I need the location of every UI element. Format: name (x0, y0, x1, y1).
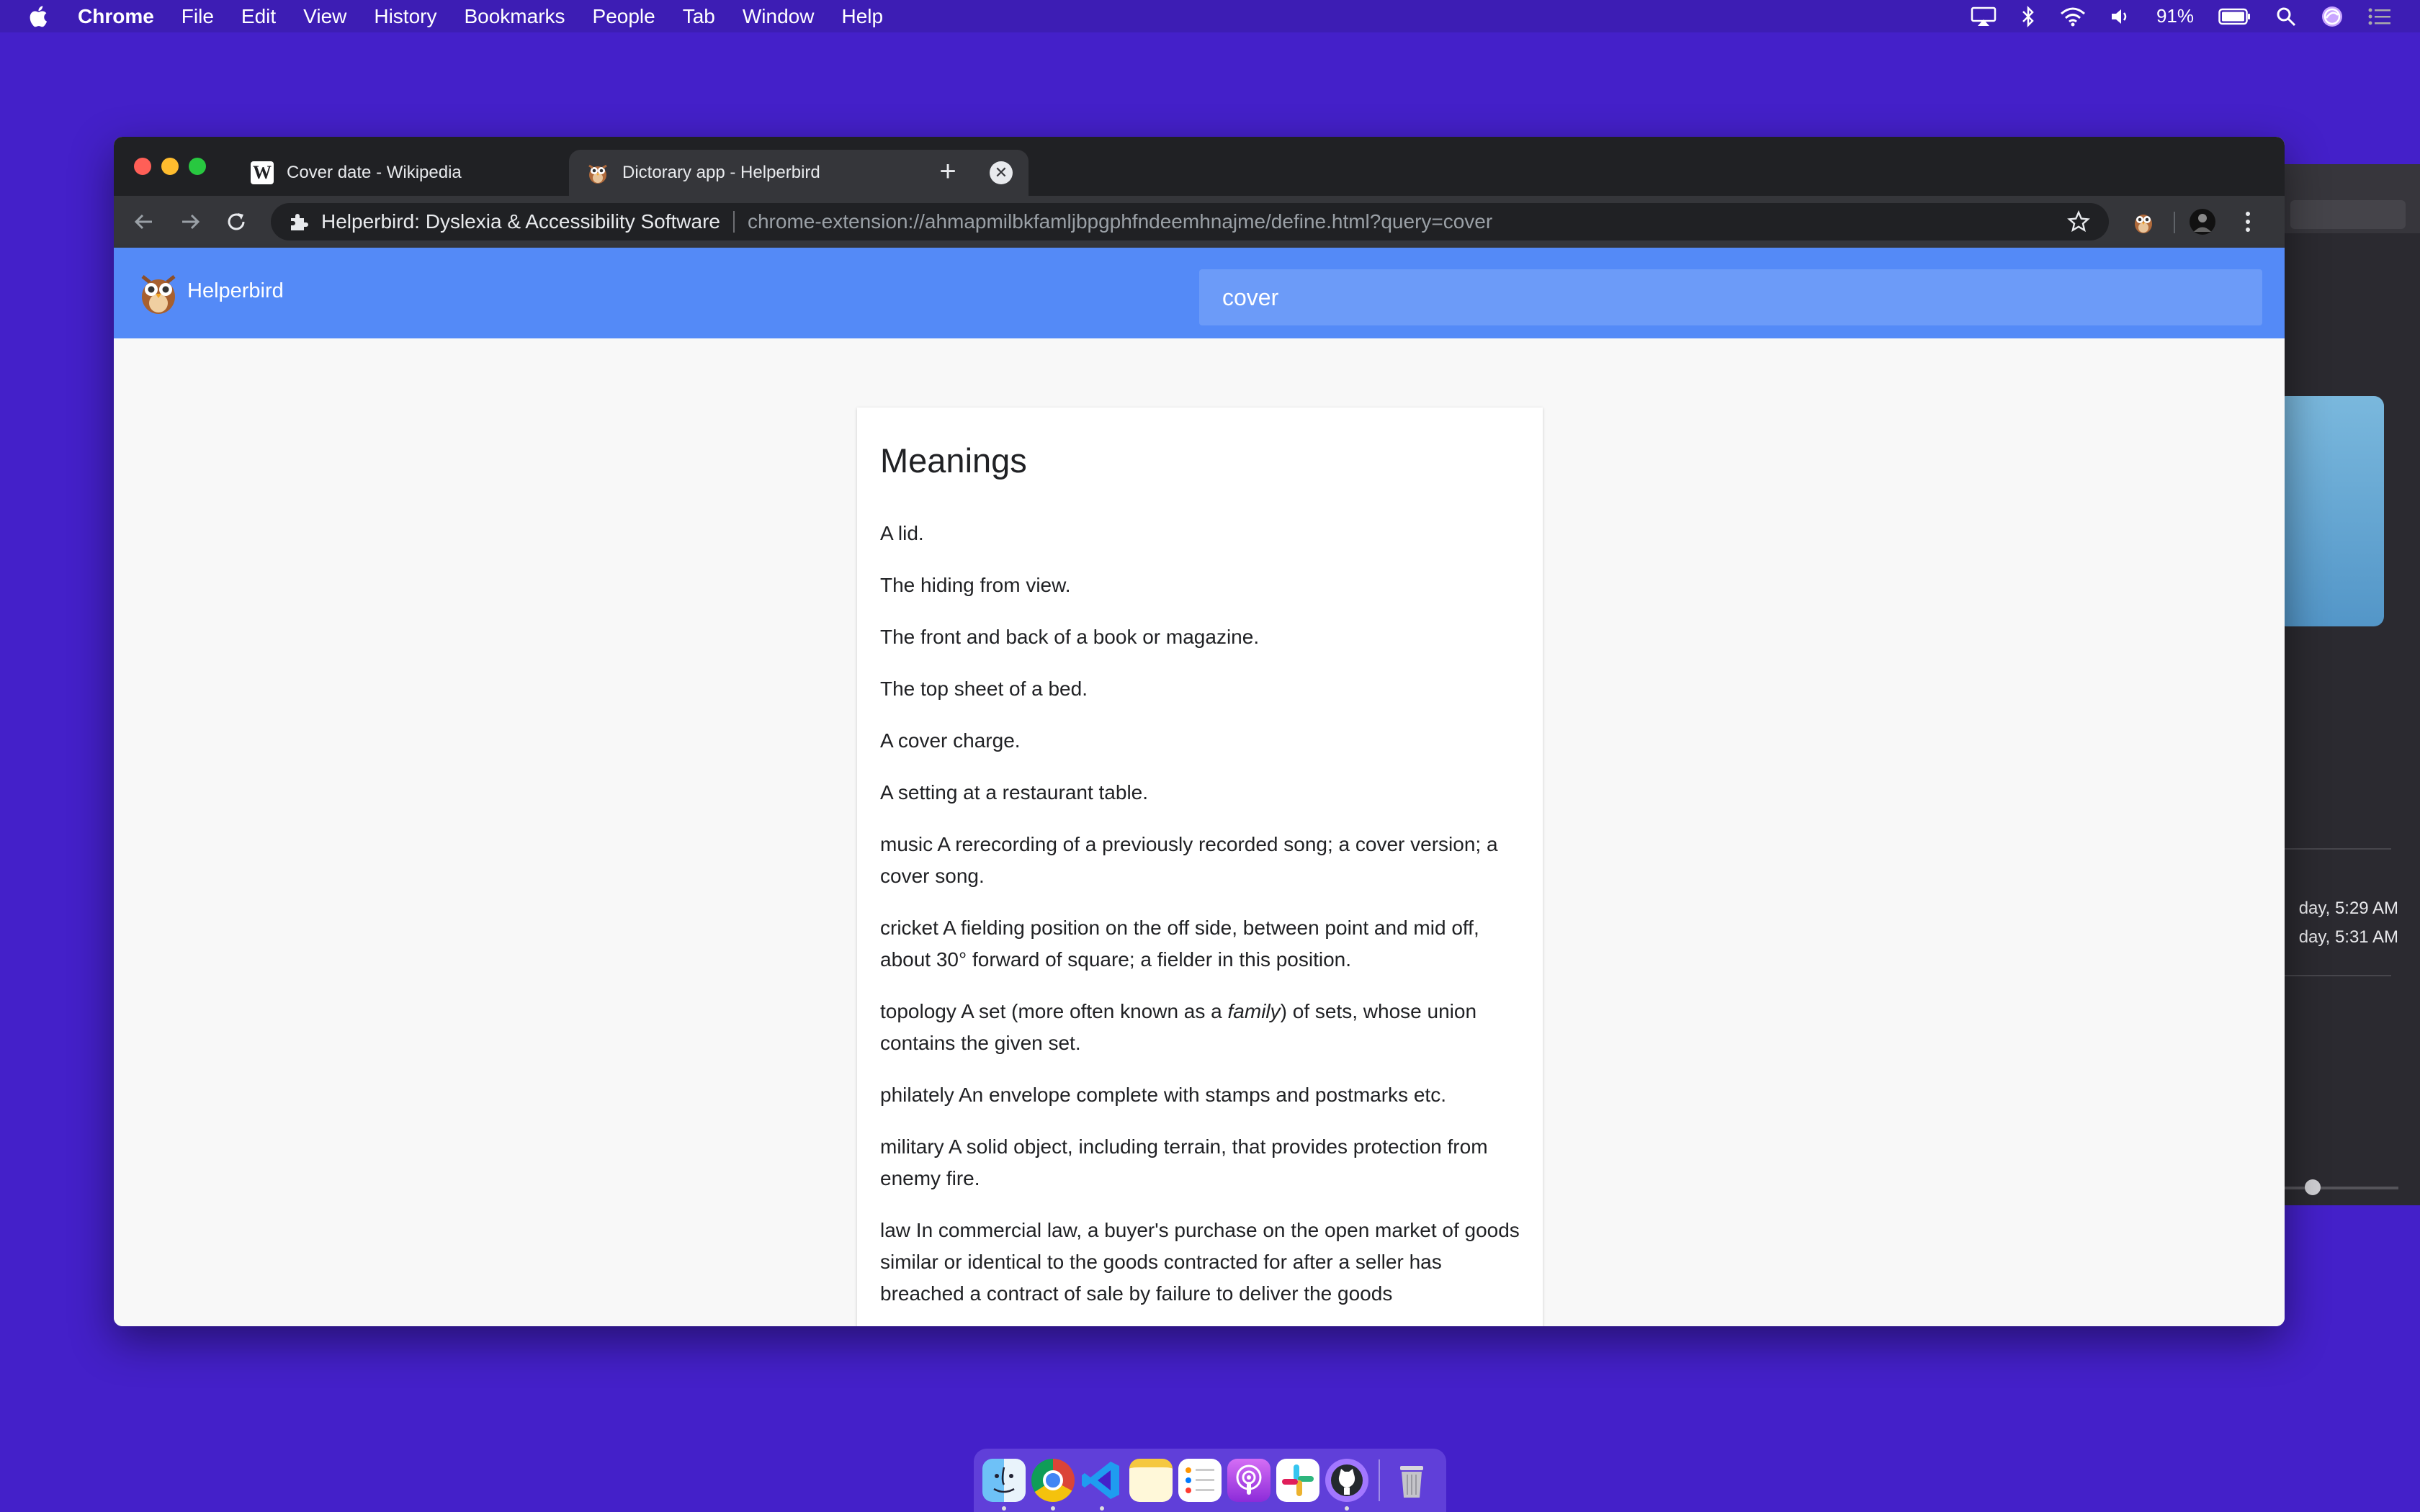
meaning-emphasis: family (1227, 1000, 1281, 1022)
menu-app-chrome[interactable]: Chrome (78, 5, 154, 28)
running-indicator (1051, 1506, 1055, 1511)
menu-history[interactable]: History (374, 5, 436, 28)
podcasts-icon[interactable] (1227, 1459, 1270, 1502)
chrome-center (1043, 1470, 1063, 1490)
bookmark-star-icon[interactable] (2067, 210, 2090, 233)
menu-view[interactable]: View (303, 5, 346, 28)
finder-icon[interactable] (982, 1459, 1026, 1511)
site-name: Helperbird: Dyslexia & Accessibility Sof… (321, 210, 720, 233)
airplay-icon[interactable] (1971, 6, 1996, 27)
apple-menu-icon[interactable] (27, 4, 52, 29)
puzzle-piece-icon[interactable] (288, 212, 308, 232)
wifi-icon[interactable] (2060, 6, 2086, 27)
reload-icon (228, 213, 245, 230)
app-name[interactable]: Helperbird (187, 279, 284, 303)
background-window-divider (2269, 975, 2391, 976)
helperbird-extension-button[interactable] (2128, 206, 2159, 238)
meaning-item: law In commercial law, a buyer's purchas… (880, 1219, 1520, 1305)
omnibox-separator (732, 211, 735, 233)
reload-button[interactable] (222, 207, 251, 236)
background-window-folder-thumbnail (2276, 396, 2384, 626)
meaning-item: military A solid object, including terra… (880, 1135, 1488, 1189)
browser-toolbar: Helperbird: Dyslexia & Accessibility Sof… (114, 196, 2285, 248)
meaning-item: music A rerecording of a previously reco… (880, 833, 1498, 887)
arrow-right-icon (182, 214, 200, 230)
slack-icon[interactable] (1276, 1459, 1319, 1502)
meaning-item: cricket A fielding position on the off s… (880, 917, 1479, 971)
meaning-item: The front and back of a book or magazine… (880, 626, 1260, 648)
maximize-window-button[interactable] (189, 158, 206, 175)
new-tab-button[interactable]: + (933, 157, 962, 186)
reminders-icon[interactable] (1178, 1459, 1222, 1502)
search-input[interactable] (1199, 269, 2262, 325)
profile-avatar-button[interactable] (2187, 206, 2218, 238)
running-indicator (1345, 1506, 1349, 1511)
menu-window[interactable]: Window (743, 5, 815, 28)
vscode-icon[interactable] (1080, 1459, 1124, 1511)
dock-separator (1379, 1459, 1380, 1501)
wikipedia-icon: W (251, 161, 274, 184)
background-window-field (2290, 200, 2406, 229)
more-vertical-icon (2246, 212, 2250, 232)
address-bar[interactable]: Helperbird: Dyslexia & Accessibility Sof… (271, 203, 2109, 240)
background-app-window[interactable]: day, 5:29 AM day, 5:31 AM (2269, 164, 2420, 1205)
background-window-time-2: day, 5:31 AM (2298, 927, 2398, 947)
volume-icon[interactable] (2110, 6, 2132, 27)
meaning-item: topology A set (more often known as a fa… (880, 996, 1520, 1059)
arrow-left-icon (134, 214, 152, 230)
trash-icon[interactable] (1390, 1459, 1433, 1502)
running-indicator (1100, 1506, 1104, 1511)
spotlight-search-icon[interactable] (2276, 6, 2296, 27)
background-window-time-1: day, 5:29 AM (2298, 899, 2398, 918)
back-button[interactable] (130, 207, 158, 236)
siri-icon[interactable] (2321, 5, 2344, 28)
dock (974, 1449, 1446, 1512)
meaning-item: A cover charge. (880, 729, 1021, 752)
minimize-window-button[interactable] (161, 158, 179, 175)
meaning-item: The top sheet of a bed. (880, 678, 1088, 700)
meanings-card: Meanings A lid. The hiding from view. Th… (857, 408, 1543, 1326)
battery-percent: 91% (2156, 5, 2194, 27)
chrome-menu-button[interactable] (2237, 206, 2259, 238)
menu-bookmarks[interactable]: Bookmarks (464, 5, 565, 28)
url-text: chrome-extension://ahmapmilbkfamljbpgphf… (747, 210, 1493, 233)
github-desktop-icon[interactable] (1325, 1459, 1368, 1511)
close-window-button[interactable] (134, 158, 151, 175)
helperbird-logo-icon (141, 275, 176, 314)
avatar (2190, 209, 2215, 235)
menu-file[interactable]: File (182, 5, 214, 28)
notes-icon[interactable] (1129, 1459, 1173, 1502)
meaning-text: topology A set (more often known as a (880, 1000, 1228, 1022)
meaning-item: A setting at a restaurant table. (880, 781, 1149, 804)
menu-bar: Chrome File Edit View History Bookmarks … (0, 0, 2420, 32)
page-title: Meanings (880, 441, 1027, 480)
background-window-slider-knob[interactable] (2305, 1179, 2321, 1195)
page-content: Meanings A lid. The hiding from view. Th… (114, 338, 2285, 1326)
background-window-slider-track[interactable] (2269, 1187, 2398, 1189)
helperbird-owl-icon (2135, 215, 2152, 233)
meaning-item: The hiding from view. (880, 574, 1071, 596)
toolbar-divider (2174, 212, 2175, 233)
menu-people[interactable]: People (593, 5, 655, 28)
menu-help[interactable]: Help (841, 5, 883, 28)
helperbird-owl-icon (588, 164, 607, 184)
notification-center-icon[interactable] (2368, 7, 2391, 26)
close-tab-icon[interactable]: ✕ (990, 161, 1013, 184)
meaning-item: A lid. (880, 522, 924, 544)
running-indicator (1002, 1506, 1006, 1511)
bluetooth-icon[interactable] (2021, 5, 2035, 27)
meaning-item: philately An envelope complete with stam… (880, 1084, 1446, 1106)
menu-tab[interactable]: Tab (683, 5, 715, 28)
battery-icon[interactable] (2218, 8, 2251, 25)
background-window-divider (2269, 848, 2391, 850)
menu-edit[interactable]: Edit (241, 5, 276, 28)
chrome-window: W Cover date - Wikipedia ✕ Dictorary app… (114, 137, 2285, 1326)
forward-button[interactable] (176, 207, 205, 236)
tab-strip: W Cover date - Wikipedia ✕ Dictorary app… (114, 137, 2285, 196)
chrome-icon[interactable] (1031, 1459, 1075, 1511)
app-header: Helperbird (114, 248, 2285, 338)
